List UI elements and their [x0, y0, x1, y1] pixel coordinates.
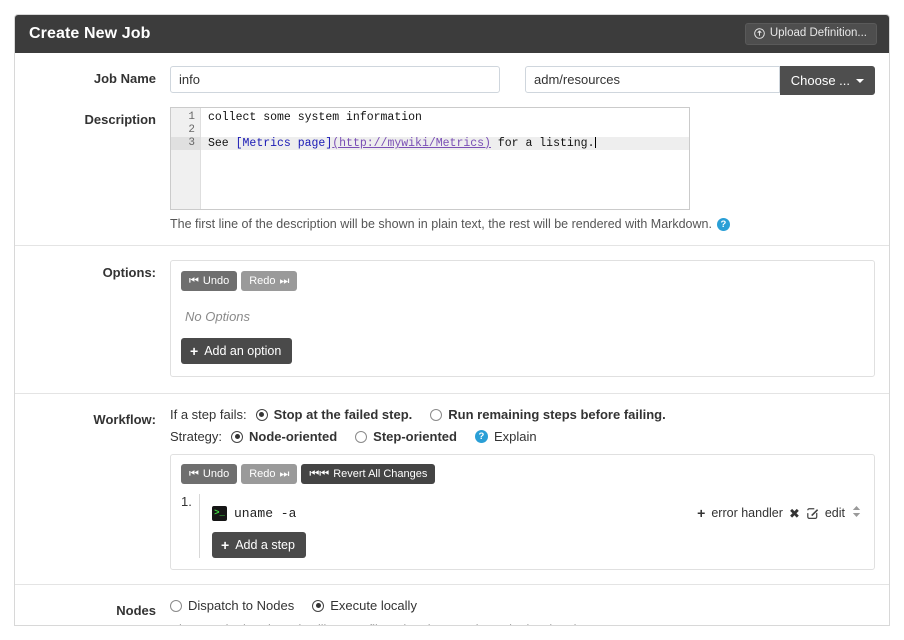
radio-node-oriented-label: Node-oriented [249, 429, 338, 445]
step-number: 1. [181, 494, 192, 510]
workflow-strategy-label: Strategy: [170, 429, 223, 445]
job-name-input[interactable] [170, 66, 500, 93]
plus-icon: + [190, 343, 199, 360]
job-name-row: Job Name Choose ... [15, 53, 889, 101]
radio-execute-locally[interactable] [312, 599, 325, 612]
description-label: Description [84, 112, 156, 127]
page-root: Create New Job Upload Definition... Job … [0, 0, 904, 640]
question-circle-icon[interactable]: ? [474, 430, 488, 444]
radio-node-oriented[interactable] [231, 430, 244, 443]
markdown-link-text: [Metrics page] [235, 137, 333, 150]
edit-step-link[interactable]: edit [825, 506, 845, 520]
radio-execute-locally-label: Execute locally [330, 598, 417, 614]
caret-down-icon [856, 78, 864, 83]
workflow-undo-label: Undo [202, 468, 230, 481]
options-empty-text: No Options [185, 309, 251, 325]
workflow-redo-label: Redo [249, 468, 276, 481]
description-help: The first line of the description will b… [170, 217, 875, 231]
options-redo-label: Redo [249, 275, 276, 287]
question-circle-icon[interactable]: ? [716, 217, 730, 231]
add-option-label: Add an option [204, 344, 282, 359]
radio-step-oriented-label: Step-oriented [373, 429, 457, 445]
workflow-label: Workflow: [93, 412, 156, 428]
step-command: uname -a [234, 505, 297, 521]
radio-dispatch-to-nodes-label: Dispatch to Nodes [188, 598, 295, 614]
job-name-label: Job Name [93, 71, 156, 86]
workflow-row: Workflow: If a step fails: Stop at the f… [15, 394, 889, 586]
add-error-handler-link[interactable]: error handler [711, 506, 783, 520]
code-text-prefix: See [208, 137, 236, 150]
workflow-undo-button[interactable]: ⏮ Undo [181, 464, 238, 485]
plus-icon: + [697, 505, 706, 522]
add-option-button[interactable]: + Add an option [181, 338, 293, 365]
options-undo-button[interactable]: ⏮ Undo [181, 271, 238, 292]
step-forward-icon: ⏭ [279, 468, 290, 481]
workflow-redo-button[interactable]: Redo ⏭ [241, 464, 298, 485]
workflow-step-item[interactable]: >_ uname -a + error handler ✖ edit [212, 496, 864, 530]
explain-link[interactable]: Explain [494, 429, 537, 444]
revert-all-changes-button[interactable]: ⏮⏮ Revert All Changes [301, 464, 436, 485]
workflow-failure-options: If a step fails: Stop at the failed step… [170, 407, 875, 422]
fast-backward-icon: ⏮⏮ [309, 468, 330, 481]
radio-step-oriented[interactable] [355, 430, 368, 443]
workflow-undo-redo-bar: ⏮ Undo Redo ⏭ ⏮⏮ Revert All Changes [181, 464, 864, 485]
gutter-line-number: 3 [171, 137, 200, 150]
pencil-square-icon[interactable] [806, 507, 819, 520]
upload-definition-button[interactable]: Upload Definition... [744, 22, 877, 46]
options-redo-button[interactable]: Redo ⏭ [241, 271, 298, 292]
add-step-button[interactable]: + Add a step [212, 532, 306, 559]
step-backward-icon: ⏮ [189, 468, 199, 481]
step-backward-icon: ⏮ [189, 275, 199, 287]
markdown-link-url: (http://mywiki/Metrics) [332, 137, 491, 150]
choose-group-label: Choose ... [790, 73, 850, 88]
description-code-editor[interactable]: 1 2 3 collect some system information Se… [170, 107, 690, 210]
step-controls: + error handler ✖ edit [697, 505, 862, 521]
gutter-line-number: 1 [188, 111, 195, 123]
editor-code-area[interactable]: collect some system information See [Met… [201, 108, 689, 209]
code-line: collect some system information [208, 111, 422, 124]
options-label: Options: [102, 265, 156, 280]
workflow-steps-box: ⏮ Undo Redo ⏭ ⏮⏮ Revert All Changes 1. >… [170, 454, 875, 571]
revert-all-changes-label: Revert All Changes [333, 468, 428, 481]
nodes-note: Choose whether the Job will run on filte… [170, 623, 875, 625]
upload-circle-icon [754, 28, 765, 39]
radio-dispatch-to-nodes[interactable] [170, 599, 182, 612]
sort-updown-handle-icon[interactable] [851, 505, 862, 521]
gutter-line-number: 2 [188, 124, 195, 136]
description-row: Description 1 2 3 collect some system in… [15, 101, 889, 246]
terminal-icon: >_ [212, 505, 227, 521]
job-group-input[interactable] [525, 66, 780, 93]
choose-group-button[interactable]: Choose ... [779, 66, 875, 95]
workflow-failure-label: If a step fails: [170, 407, 247, 423]
options-row: Options: ⏮ Undo Redo ⏭ No Options + Add … [15, 246, 889, 395]
options-undo-label: Undo [202, 275, 230, 287]
options-box: ⏮ Undo Redo ⏭ No Options + Add an option [170, 260, 875, 378]
job-group-control: Choose ... [525, 66, 875, 95]
radio-stop-at-failed-step-label: Stop at the failed step. [273, 407, 413, 423]
page-title: Create New Job [29, 25, 151, 42]
panel-header: Create New Job Upload Definition... [15, 15, 889, 53]
nodes-options: Dispatch to Nodes Execute locally [170, 598, 875, 613]
radio-run-remaining-steps-label: Run remaining steps before failing. [448, 407, 666, 423]
step-rail: >_ uname -a + error handler ✖ edit + Add… [199, 494, 864, 559]
code-line-active: See [Metrics page](http://mywiki/Metrics… [201, 137, 689, 150]
code-text-suffix: for a listing. [490, 137, 595, 150]
radio-run-remaining-steps[interactable] [430, 408, 443, 421]
options-undo-redo-bar: ⏮ Undo Redo ⏭ [181, 271, 864, 292]
editor-gutter: 1 2 3 [171, 108, 201, 209]
plus-icon: + [221, 537, 230, 554]
step-forward-icon: ⏭ [279, 275, 290, 287]
nodes-label: Nodes [116, 603, 156, 619]
upload-definition-label: Upload Definition... [769, 26, 867, 39]
nodes-row: Nodes Dispatch to Nodes Execute locally … [15, 585, 889, 625]
description-help-text: The first line of the description will b… [170, 217, 712, 231]
remove-x-icon[interactable]: ✖ [789, 507, 800, 520]
add-step-label: Add a step [235, 538, 295, 553]
workflow-step-list: 1. >_ uname -a + error handler ✖ edit + … [181, 494, 864, 559]
radio-stop-at-failed-step[interactable] [255, 408, 268, 421]
text-cursor [594, 137, 596, 148]
create-job-panel: Create New Job Upload Definition... Job … [14, 14, 890, 626]
workflow-strategy-options: Strategy: Node-oriented Step-oriented ? … [170, 429, 875, 444]
